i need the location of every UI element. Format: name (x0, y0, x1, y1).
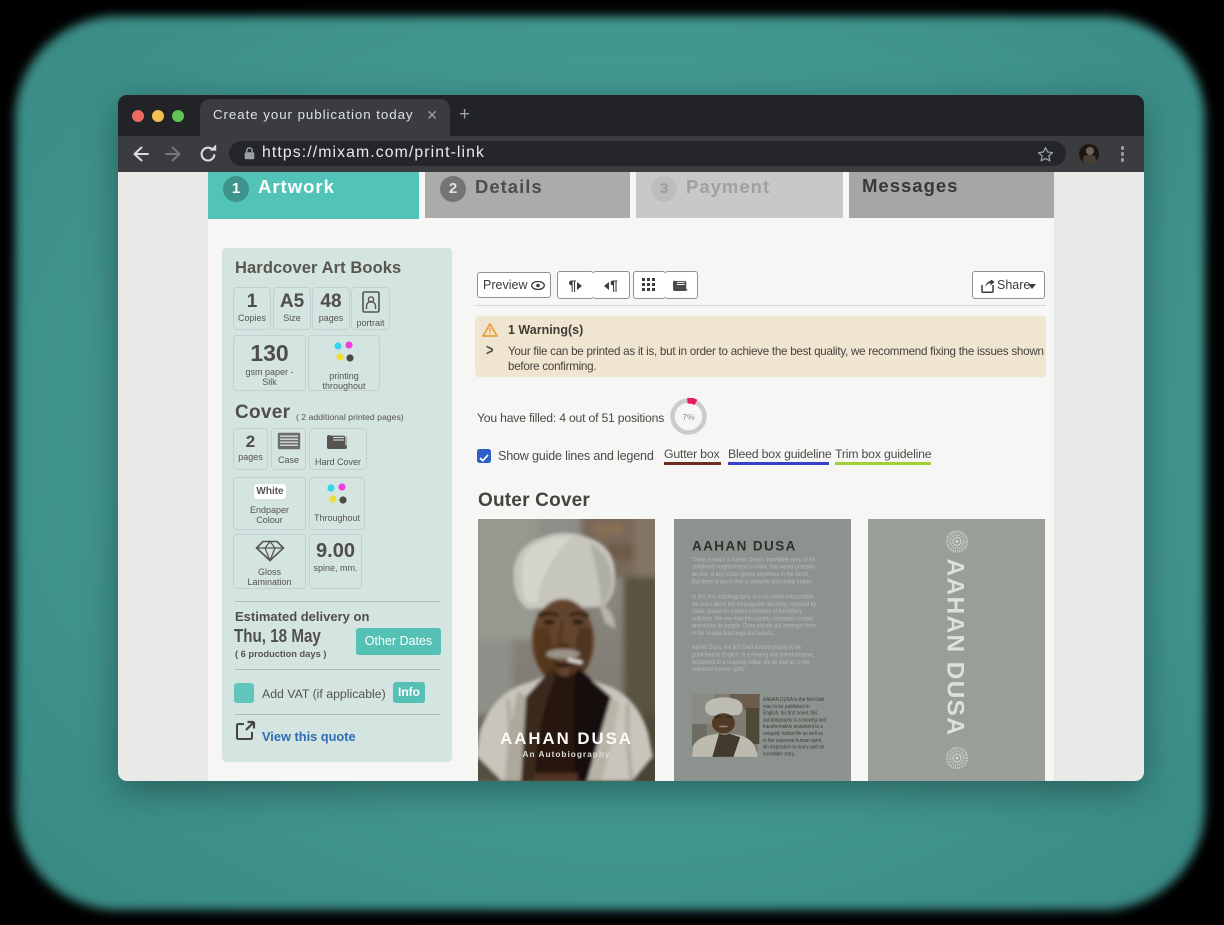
svg-text:be true of any urban ghetto an: be true of any urban ghetto anywhere in … (692, 572, 809, 579)
svg-text:and molds its people. Dusa sta: and molds its people. Dusa stands out am… (692, 623, 816, 630)
svg-text:childhood neighborhood in Indi: childhood neighborhood in India, that wo… (692, 564, 815, 571)
svg-text:to the universal human spirit.: to the universal human spirit. (763, 737, 822, 744)
svg-text:In this first autobiography of: In this first autobiography of a so-call… (692, 594, 815, 601)
svg-text:AAHAN DUSA: AAHAN DUSA (500, 729, 633, 748)
svg-text:But there is much that is uniq: But there is much that is uniquely and v… (692, 579, 813, 586)
svg-text:Aahan Dusa, the first Dalit au: Aahan Dusa, the first Dalit autobiograph… (692, 645, 801, 652)
svg-text:testament to a uniquely Indian: testament to a uniquely Indian life as w… (692, 660, 809, 667)
svg-text:English, his first novel, this: English, his first novel, this (763, 710, 818, 717)
svg-text:universal human spirit.: universal human spirit. (692, 667, 745, 674)
svg-text:incredible story.: incredible story. (763, 751, 795, 758)
svg-text:caste, based on ancient princi: caste, based on ancient principles of he… (692, 609, 802, 616)
svg-text:AAHAN DUSA: AAHAN DUSA (942, 559, 969, 737)
svg-text:published in English, is a mov: published in English, is a moving and tr… (692, 652, 813, 659)
svg-text:AAHAN DUSA is the first Dalit: AAHAN DUSA is the first Dalit (763, 697, 825, 704)
svg-text:There is much in Aahan Dusa's: There is much in Aahan Dusa's incredible… (692, 557, 815, 564)
svg-text:AAHAN DUSA: AAHAN DUSA (692, 539, 797, 554)
svg-text:autobiography is a moving and: autobiography is a moving and (763, 717, 826, 724)
svg-text:we learn about the inescapable: we learn about the inescapable hierarchy… (691, 601, 816, 608)
svg-text:in his unique teachings and be: in his unique teachings and beliefs. (692, 631, 774, 638)
svg-text:transformative testament to a: transformative testament to a (763, 724, 823, 731)
svg-text:7%: 7% (682, 412, 695, 422)
svg-text:man to be published in: man to be published in (763, 703, 810, 710)
svg-text:An Autobiography: An Autobiography (522, 749, 610, 759)
svg-text:uniquely Indian life as well a: uniquely Indian life as well as (763, 731, 823, 738)
svg-text:pollution. We see how this soc: pollution. We see how this society const… (692, 616, 814, 623)
svg-text:An inspiration to many and an: An inspiration to many and an (763, 744, 824, 751)
